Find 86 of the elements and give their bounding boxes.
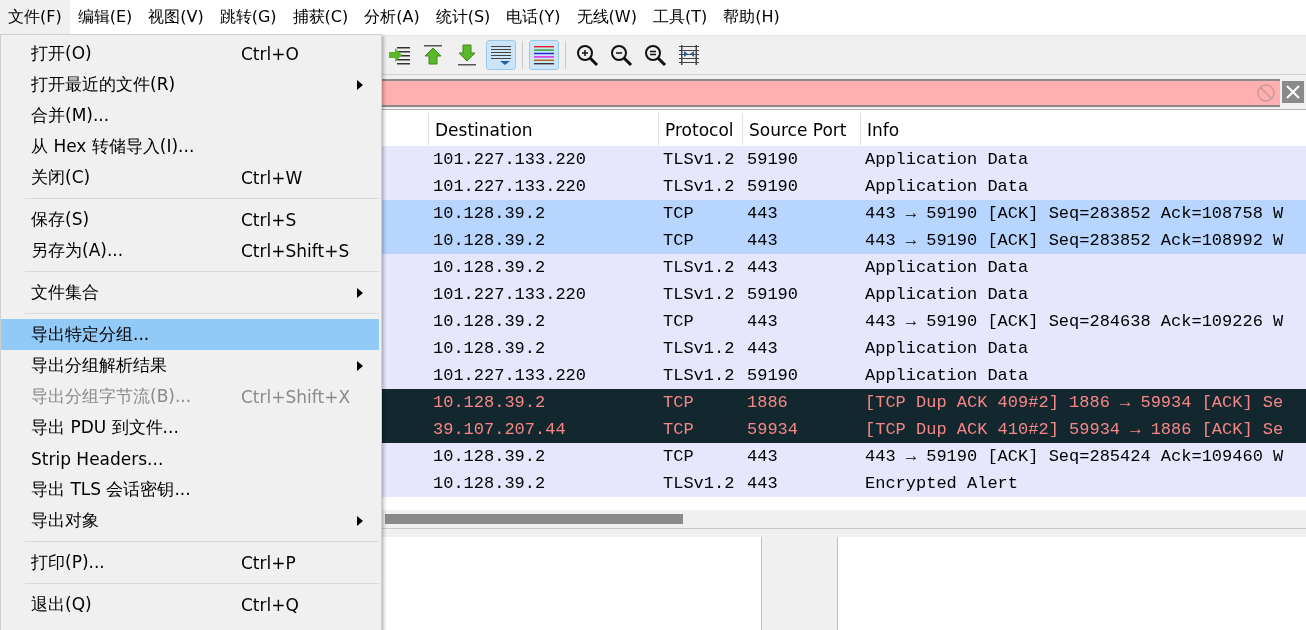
table-cell-text: Application Data [864,176,1030,198]
table-cell-text: Application Data [864,338,1030,360]
table-cell-text: TLSv1.2 [662,257,736,279]
table-cell-text: 39.107.207.44 [432,419,567,441]
menu-bar-item[interactable]: 工具(T) [644,0,716,35]
table-cell-text: 443 → 59190 [ACK] Seq=283852 Ack=108758 W [864,203,1285,225]
toolbar-button[interactable] [486,40,516,70]
menu-bar-item[interactable]: 编辑(E) [69,0,141,35]
toolbar-button[interactable] [529,40,559,70]
table-cell-text: Application Data [864,284,1030,306]
table-cell-text: 443 → 59190 [ACK] Seq=285424 Ack=109460 W [864,446,1285,468]
zoom-in-icon [575,43,599,67]
table-cell-text: TLSv1.2 [662,365,736,387]
table-cell-text: TCP [662,392,695,414]
table-cell-text: [TCP Dup ACK 409#2] 1886 → 59934 [ACK] Se [864,392,1285,414]
menu-item[interactable]: 退出(Q) Ctrl+Q [1,589,379,620]
table-cell-text: Application Data [864,149,1030,171]
table-cell-text: TCP [662,446,695,468]
table-cell-text: Application Data [864,257,1030,279]
submenu-arrow-icon [357,287,363,298]
table-cell-text: 10.128.39.2 [432,338,547,360]
table-cell-text: 10.128.39.2 [432,311,547,333]
table-cell-text: 443 [746,311,779,333]
table-cell-text: 10.128.39.2 [432,230,547,252]
menu-bar-item[interactable]: 视图(V) [140,0,212,35]
table-cell-text: 443 [746,257,779,279]
table-cell-text: 59190 [746,149,799,171]
menu-bar-item[interactable]: 文件(F) [0,0,70,35]
table-cell-text: 10.128.39.2 [432,257,547,279]
table-cell-text: 59190 [746,284,799,306]
table-cell-text: 10.128.39.2 [432,446,547,468]
table-cell-text: [TCP Dup ACK 410#2] 59934 → 1886 [ACK] Se [864,419,1285,441]
menu-bar-item[interactable]: 无线(W) [568,0,645,35]
table-cell-text: 101.227.133.220 [432,176,588,198]
menu-item[interactable]: 打印(P)... Ctrl+P [1,547,379,578]
colored-lines-icon [532,43,556,67]
table-cell-text: 443 [746,230,779,252]
menu-item[interactable]: 导出对象 [1,505,379,536]
table-cell-text: 59190 [746,365,799,387]
table-cell-text: Application Data [864,365,1030,387]
submenu-arrow-icon [357,79,363,90]
table-cell-text: 101.227.133.220 [432,365,588,387]
table-cell-text: 443 [746,203,779,225]
table-cell-text: 10.128.39.2 [432,392,547,414]
table-cell-text: TLSv1.2 [662,473,736,495]
table-cell-text: 59190 [746,176,799,198]
autoscroll-icon [489,43,513,67]
table-cell-text: 443 [746,446,779,468]
table-cell-text: TLSv1.2 [662,149,736,171]
table-cell-text: 10.128.39.2 [432,203,547,225]
table-cell-text: 443 [746,473,779,495]
table-cell-text: 1886 [746,392,789,414]
down-arrow-icon [455,43,479,67]
table-cell-text: 101.227.133.220 [432,284,588,306]
table-cell-text: TCP [662,419,695,441]
close-icon [1285,84,1301,100]
table-cell-text: 443 → 59190 [ACK] Seq=283852 Ack=108992 W [864,230,1285,252]
menu-bar-item[interactable]: 帮助(H) [715,0,788,35]
menu-bar-item[interactable]: 电话(Y) [498,0,569,35]
menu-bar-item[interactable]: 分析(A) [356,0,428,35]
close-button[interactable] [1282,81,1304,103]
menu-bar-item[interactable]: 统计(S) [427,0,499,35]
table-cell-text: TCP [662,203,695,225]
menu-item[interactable]: 导出特定分组... [1,319,379,350]
menu-item[interactable]: 合并(M)... [1,100,379,131]
table-cell-text: Encrypted Alert [864,473,1020,495]
submenu-arrow-icon [357,515,363,526]
zoom-reset-icon [643,43,667,67]
table-cell-text: TLSv1.2 [662,176,736,198]
submenu-arrow-icon [357,360,363,371]
table-cell-text: TLSv1.2 [662,284,736,306]
table-cell-text: 10.128.39.2 [432,473,547,495]
table-cell-text: TLSv1.2 [662,338,736,360]
table-cell-text: TCP [662,230,695,252]
up-arrow-icon [421,43,445,67]
zoom-out-icon [609,43,633,67]
scrollbar-thumb[interactable] [385,514,683,524]
menu-bar-item[interactable]: 捕获(C) [284,0,357,35]
menu-bar-item[interactable]: 跳转(G) [211,0,285,35]
resize-columns-icon [677,43,701,67]
table-cell-text: 443 [746,338,779,360]
table-cell-text: 59934 [746,419,799,441]
table-cell-text: 443 → 59190 [ACK] Seq=284638 Ack=109226 W [864,311,1285,333]
menu-item[interactable]: 打开最近的文件(R) [1,69,379,100]
table-cell-text: TCP [662,311,695,333]
table-cell-text: 101.227.133.220 [432,149,588,171]
